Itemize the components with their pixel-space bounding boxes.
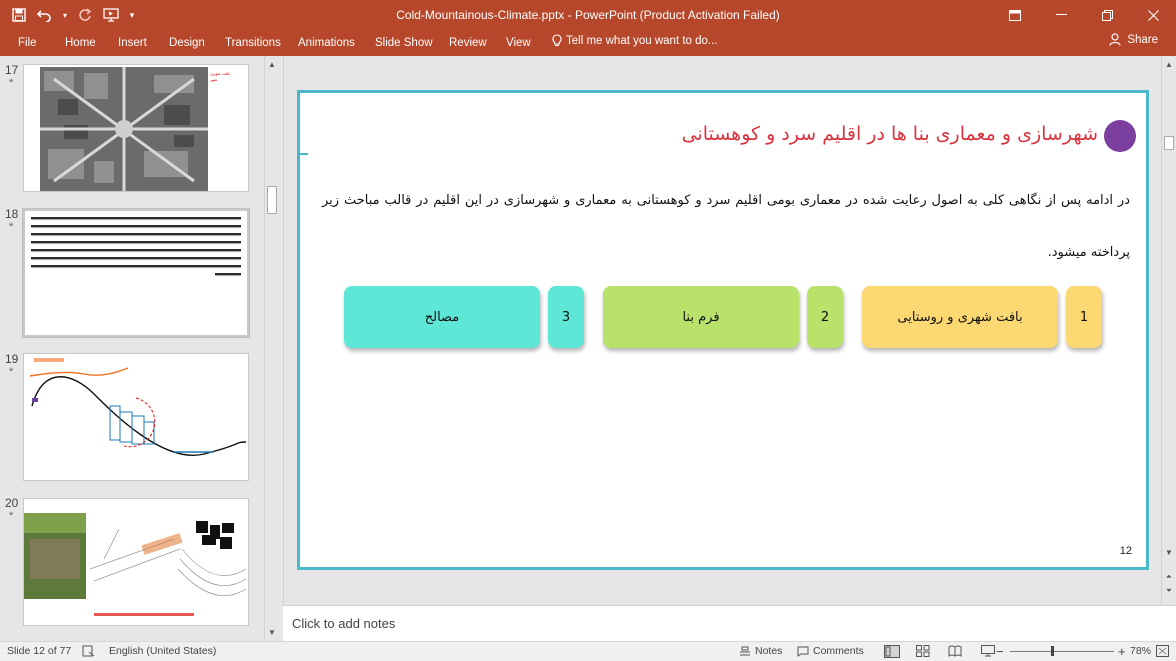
window-controls [992, 0, 1176, 30]
scroll-down-arrow-icon[interactable]: ▼ [265, 626, 279, 640]
thumbnail-scroll-handle[interactable] [267, 186, 277, 214]
spell-check-icon[interactable] [82, 645, 95, 657]
slide-thumbnail-17[interactable]: بافت شهری شهر [23, 64, 249, 192]
zoom-level[interactable]: 78% [1130, 645, 1151, 657]
tell-me-label: Tell me what you want to do... [566, 34, 718, 47]
notes-toggle-button[interactable]: Notes [739, 645, 782, 657]
notes-pane[interactable]: Click to add notes [283, 605, 1176, 641]
notes-placeholder: Click to add notes [292, 616, 396, 631]
tell-me-search[interactable]: Tell me what you want to do... [552, 34, 718, 47]
share-button[interactable]: Share [1109, 33, 1158, 46]
slide-counter: Slide 12 of 77 [7, 645, 71, 657]
slide-decoration [300, 153, 308, 155]
slide-thumbnail-18[interactable] [22, 208, 250, 338]
slide-body-text[interactable]: در ادامه پس از نگاهی کلی به اصول رعایت ش… [322, 175, 1130, 279]
next-slide-icon[interactable]: ⏷ [1162, 584, 1176, 598]
slide-number: 12 [1119, 545, 1132, 557]
notes-icon [740, 646, 750, 655]
slide-thumbnail-20[interactable] [23, 498, 249, 626]
zoom-in-icon[interactable]: + [1118, 644, 1126, 659]
share-label: Share [1127, 33, 1158, 46]
aerial-map-image: بافت شهری شهر [40, 67, 230, 191]
section-number-box[interactable]: 3 [548, 286, 584, 348]
ribbon-tabs: File Home Insert Design Transitions Anim… [0, 30, 1176, 56]
tab-view[interactable]: View [502, 34, 535, 52]
section-box-materials[interactable]: مصالح [344, 286, 540, 348]
slide-thumbnail-pane: 17 * بافت شهری شهر 18 * 19 * 20 * ▲ ▼ [0, 56, 282, 641]
section-box-urban-fabric[interactable]: بافت شهری و روستایی [862, 286, 1058, 348]
slide-counter-label: Slide 12 of 77 [7, 645, 72, 657]
title-bullet-circle [1104, 120, 1136, 152]
person-icon [1109, 33, 1121, 46]
zoom-level-label: 78% [1130, 645, 1152, 657]
slide-show-view-icon[interactable] [981, 645, 995, 657]
tab-home[interactable]: Home [61, 34, 100, 52]
comments-label: Comments [813, 645, 864, 657]
slide-scroll-handle[interactable] [1164, 136, 1174, 150]
title-bar: ▾ ▾ Cold-Mountainous-Climate.pptx - Powe… [0, 0, 1176, 30]
zoom-slider-handle[interactable] [1051, 646, 1054, 656]
thumbnail-number: 19 [5, 352, 19, 366]
normal-view-icon[interactable] [884, 645, 900, 658]
thumbnail-scrollbar[interactable]: ▲ ▼ [264, 56, 278, 641]
comments-toggle-button[interactable]: Comments [797, 645, 864, 657]
slide-thumbnail-19[interactable] [23, 353, 249, 481]
thumbnail-animation-marker: * [9, 510, 14, 522]
scroll-up-arrow-icon[interactable]: ▲ [1162, 58, 1176, 72]
village-photo-and-plan [24, 513, 247, 616]
close-icon[interactable] [1130, 0, 1176, 30]
restore-icon[interactable] [1084, 0, 1130, 30]
tab-file[interactable]: File [14, 34, 41, 52]
thumbnail-animation-marker: * [9, 77, 14, 89]
tab-transitions[interactable]: Transitions [221, 34, 285, 52]
tab-design[interactable]: Design [165, 34, 209, 52]
thumbnail-number: 20 [5, 496, 19, 510]
comment-icon [797, 646, 809, 657]
tab-review[interactable]: Review [445, 34, 491, 52]
section-number-box[interactable]: 1 [1066, 286, 1102, 348]
current-slide[interactable]: شهرسازی و معماری بنا ها در اقلیم سرد و ک… [297, 90, 1149, 570]
lightbulb-icon [552, 34, 562, 47]
tab-animations[interactable]: Animations [294, 34, 359, 52]
zoom-slider-track[interactable] [1010, 651, 1114, 652]
terrain-diagram [29, 358, 247, 456]
slide-editor: شهرسازی و معماری بنا ها در اقلیم سرد و ک… [283, 56, 1176, 605]
section-box-building-form[interactable]: فرم بنا [603, 286, 799, 348]
scroll-up-arrow-icon[interactable]: ▲ [265, 58, 279, 72]
svg-text:شهر: شهر [209, 77, 218, 82]
ribbon-display-options-icon[interactable] [992, 0, 1038, 30]
language-label: English (United States) [109, 645, 217, 657]
minimize-icon[interactable] [1038, 0, 1084, 30]
scroll-down-arrow-icon[interactable]: ▼ [1162, 546, 1176, 560]
text-slide-image [25, 211, 247, 335]
thumbnail-animation-marker: * [9, 366, 14, 378]
tab-insert[interactable]: Insert [114, 34, 151, 52]
notes-label: Notes [755, 645, 783, 657]
thumbnail-number: 18 [5, 207, 19, 221]
status-bar: Slide 12 of 77 English (United States) N… [0, 641, 1176, 661]
previous-slide-icon[interactable]: ⏶ [1162, 570, 1176, 584]
svg-text:بافت شهری: بافت شهری [210, 71, 230, 76]
zoom-out-icon[interactable]: − [996, 644, 1004, 659]
tab-slide-show[interactable]: Slide Show [371, 34, 437, 52]
slide-scrollbar[interactable]: ▲ ▼ ⏶ ⏷ [1161, 56, 1175, 605]
slide-title[interactable]: شهرسازی و معماری بنا ها در اقلیم سرد و ک… [682, 123, 1098, 145]
slide-sorter-view-icon[interactable] [916, 645, 930, 657]
reading-view-icon[interactable] [948, 645, 962, 657]
thumbnail-animation-marker: * [9, 221, 14, 233]
language-indicator[interactable]: English (United States) [109, 645, 216, 657]
section-number-box[interactable]: 2 [807, 286, 843, 348]
thumbnail-number: 17 [5, 63, 19, 77]
fit-to-window-icon[interactable] [1156, 645, 1169, 657]
